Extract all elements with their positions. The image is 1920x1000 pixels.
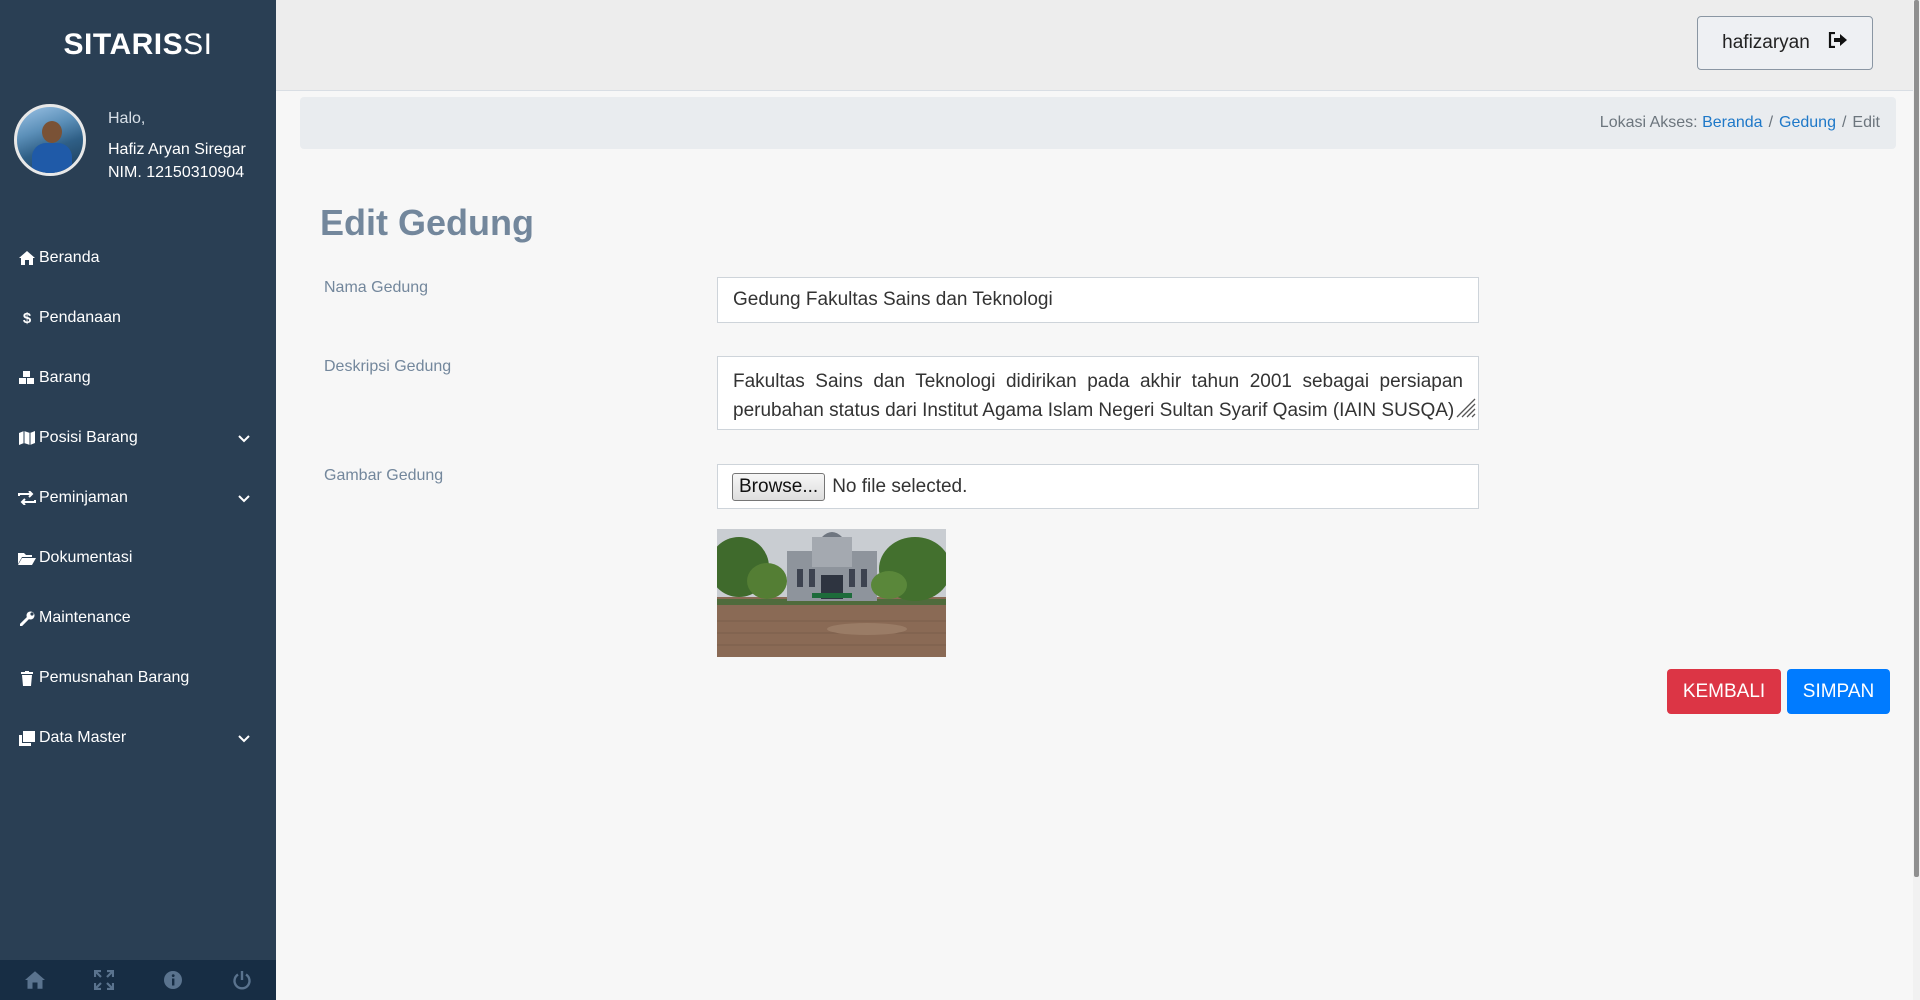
sidebar-item-data-master[interactable]: Data Master <box>0 708 276 768</box>
power-icon[interactable] <box>212 970 272 990</box>
chevron-down-icon <box>238 730 250 748</box>
chevron-down-icon <box>238 430 250 448</box>
sidebar-item-label: Posisi Barang <box>39 429 138 446</box>
clone-icon <box>18 730 36 746</box>
kembali-button[interactable]: KEMBALI <box>1667 669 1781 714</box>
sidebar-item-maintenance[interactable]: Maintenance <box>0 588 276 648</box>
sidebar-item-label: Barang <box>39 369 91 386</box>
dollar-icon: $ <box>22 309 32 327</box>
sign-out-icon <box>1810 31 1848 54</box>
info-icon[interactable] <box>143 970 203 990</box>
gambar-gedung-file-input[interactable]: Browse... No file selected. <box>717 464 1479 509</box>
avatar <box>14 104 86 176</box>
cubes-icon <box>18 371 36 385</box>
deskripsi-text: Fakultas Sains dan Teknologi didirikan p… <box>733 371 1463 421</box>
profile-name: Hafiz Aryan Siregar <box>108 141 246 158</box>
chevron-down-icon <box>238 490 250 508</box>
page-title: Edit Gedung <box>320 202 534 243</box>
sidebar-item-label: Data Master <box>39 729 127 746</box>
exchange-icon <box>18 491 36 505</box>
resize-handle-icon[interactable] <box>1456 398 1476 427</box>
file-status-text: No file selected. <box>832 475 968 497</box>
building-image-preview <box>717 529 946 657</box>
sidebar-item-posisi-barang[interactable]: Posisi Barang <box>0 408 276 468</box>
sidebar-item-beranda[interactable]: Beranda <box>0 228 276 288</box>
breadcrumb-prefix: Lokasi Akses: <box>1599 114 1698 131</box>
sidebar-item-label: Beranda <box>39 249 100 266</box>
nama-gedung-label: Nama Gedung <box>324 279 429 296</box>
nama-gedung-input[interactable]: Gedung Fakultas Sains dan Teknologi <box>717 277 1479 323</box>
sidebar-item-peminjaman[interactable]: Peminjaman <box>0 468 276 528</box>
breadcrumb-current: Edit <box>1852 114 1880 131</box>
wrench-icon <box>18 611 36 626</box>
sidebar-footer <box>0 960 276 1000</box>
sidebar-item-label: Pemusnahan Barang <box>39 669 190 686</box>
breadcrumb-beranda[interactable]: Beranda <box>1702 114 1763 132</box>
breadcrumb-gedung[interactable]: Gedung <box>1779 114 1836 132</box>
brand-prefix: SI <box>63 28 93 61</box>
trash-icon <box>18 670 36 686</box>
breadcrumb-separator: / <box>1768 114 1774 131</box>
deskripsi-gedung-label: Deskripsi Gedung <box>324 358 452 375</box>
sidebar-item-label: Peminjaman <box>39 489 128 506</box>
browse-button[interactable]: Browse... <box>732 472 826 501</box>
profile-greeting: Halo, <box>108 110 146 127</box>
brand-suffix: SI <box>183 28 213 61</box>
sidebar-item-pemusnahan-barang[interactable]: Pemusnahan Barang <box>0 648 276 708</box>
gambar-gedung-label: Gambar Gedung <box>324 467 444 484</box>
sidebar-item-label: Maintenance <box>39 609 131 626</box>
profile-panel: Halo, Hafiz Aryan Siregar NIM. 121503109… <box>0 90 276 220</box>
scrollbar[interactable] <box>1913 0 1920 1000</box>
sidebar-item-label: Dokumentasi <box>39 549 133 566</box>
breadcrumb-separator: / <box>1841 114 1847 131</box>
map-icon <box>18 431 36 445</box>
user-logout-button[interactable]: hafizaryan <box>1697 16 1873 70</box>
sidebar-menu: Beranda $ Pendanaan Barang Posisi Barang… <box>0 228 276 768</box>
sidebar: SI TARIS SI Halo, Hafiz Aryan Siregar NIM… <box>0 0 276 1000</box>
profile-nim: NIM. 12150310904 <box>108 164 245 181</box>
sidebar-item-label: Pendanaan <box>39 309 121 326</box>
folder-open-icon <box>18 552 36 565</box>
sidebar-item-barang[interactable]: Barang <box>0 348 276 408</box>
scrollbar-thumb[interactable] <box>1914 0 1919 877</box>
sidebar-item-dokumentasi[interactable]: Dokumentasi <box>0 528 276 588</box>
fullscreen-icon[interactable] <box>74 970 134 990</box>
top-navbar: hafizaryan <box>276 0 1913 91</box>
home-icon <box>18 251 36 265</box>
breadcrumb: Lokasi Akses: Beranda / Gedung / Edit <box>300 97 1896 149</box>
app-brand[interactable]: SI TARIS SI <box>0 0 276 90</box>
username-label: hafizaryan <box>1722 32 1810 53</box>
brand-strong: TARIS <box>92 28 184 61</box>
simpan-button[interactable]: SIMPAN <box>1787 669 1890 714</box>
home-icon[interactable] <box>5 971 65 989</box>
deskripsi-gedung-textarea[interactable]: Fakultas Sains dan Teknologi didirikan p… <box>717 356 1479 430</box>
sidebar-item-pendanaan[interactable]: $ Pendanaan <box>0 288 276 348</box>
